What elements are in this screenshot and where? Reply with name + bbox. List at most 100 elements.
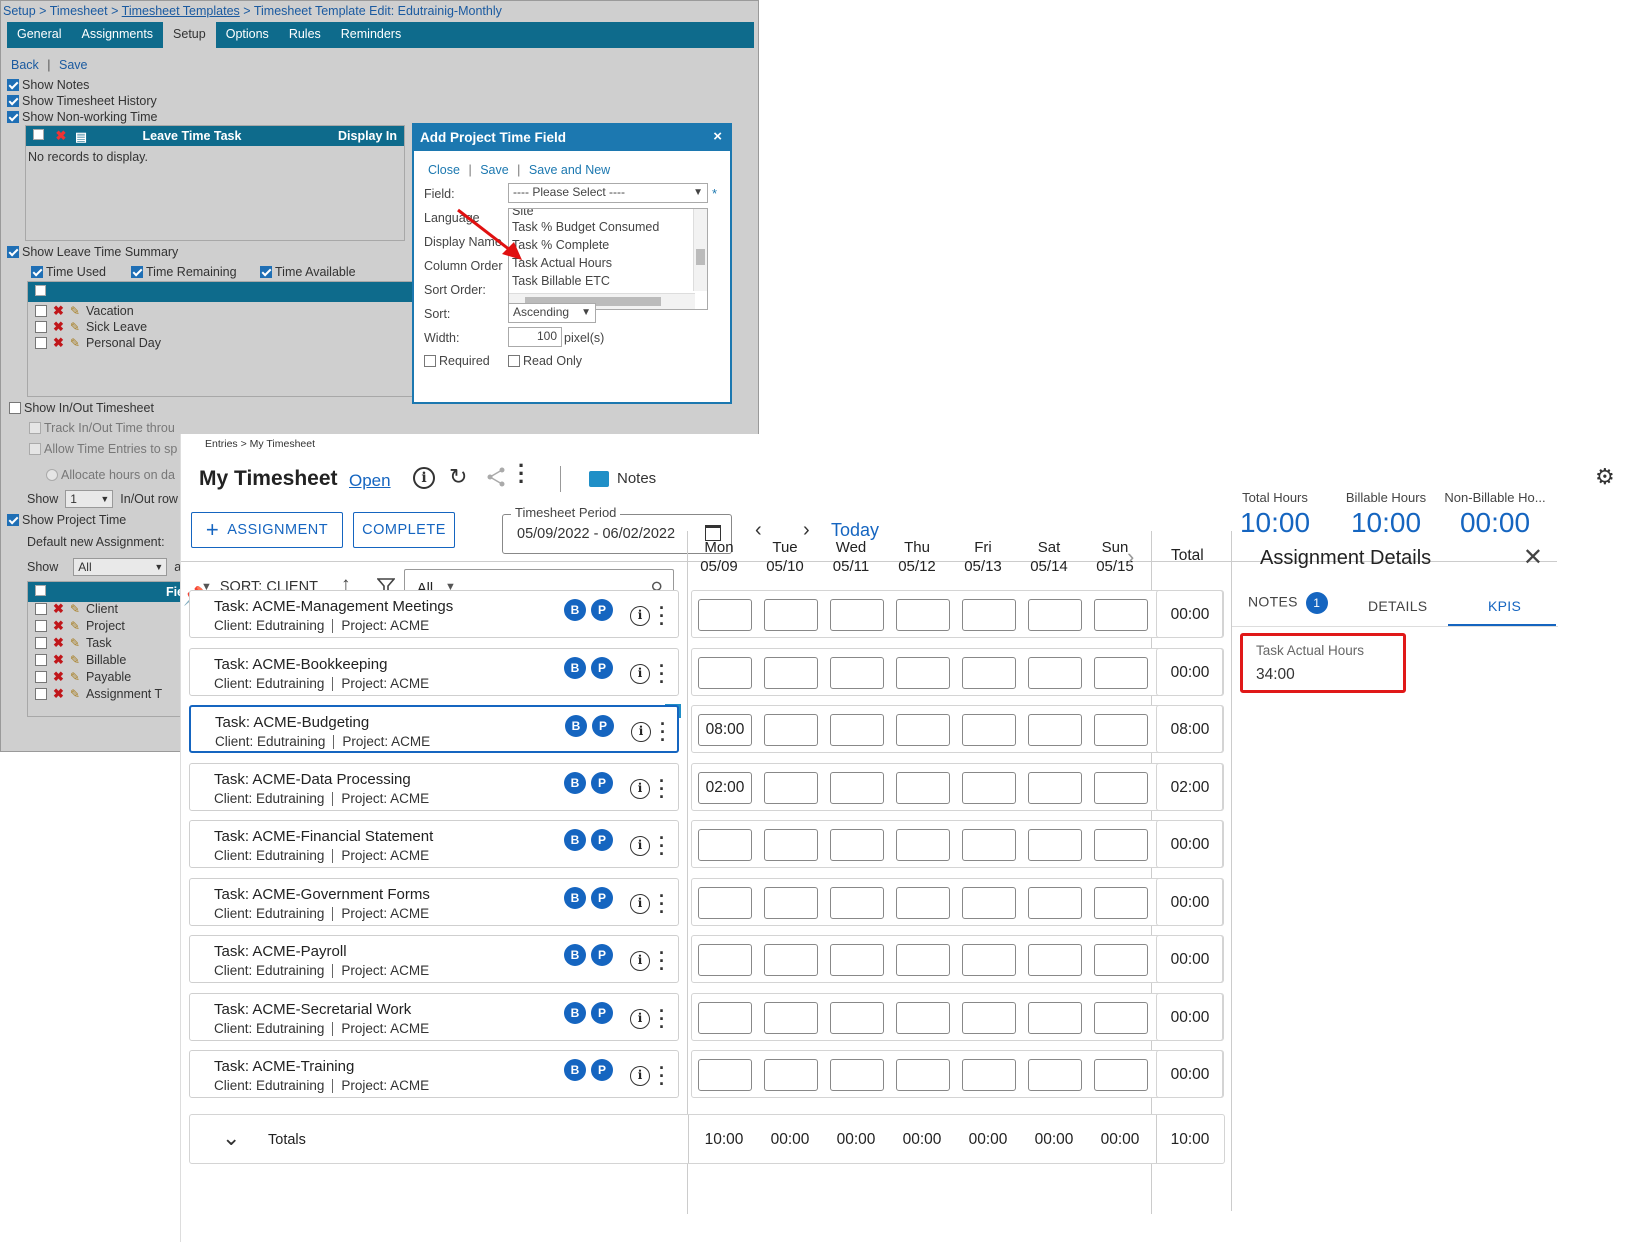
time-entry-cell[interactable] xyxy=(764,1002,818,1034)
tab-kpis[interactable]: KPIS xyxy=(1488,598,1521,614)
time-entry-cell[interactable] xyxy=(1028,772,1082,804)
info-icon[interactable]: i xyxy=(630,779,650,799)
time-entry-cell[interactable] xyxy=(1094,887,1148,919)
info-icon[interactable]: i xyxy=(630,1066,650,1086)
list-option[interactable]: Task Actual Hours xyxy=(509,255,707,273)
time-entry-cell[interactable] xyxy=(1094,1059,1148,1091)
time-entry-cell[interactable] xyxy=(764,829,818,861)
checkbox[interactable] xyxy=(424,355,436,367)
scroll-thumb[interactable] xyxy=(696,249,705,265)
time-entry-cell[interactable] xyxy=(962,944,1016,976)
assignment-row[interactable]: Task: ACME-Management Meetings Client: Ed… xyxy=(189,590,679,638)
time-entry-cell[interactable] xyxy=(830,944,884,976)
edit-icon[interactable]: ✎ xyxy=(70,320,80,334)
time-entry-cell[interactable] xyxy=(962,599,1016,631)
time-entry-cell[interactable] xyxy=(764,657,818,689)
time-entry-cell[interactable] xyxy=(830,772,884,804)
info-icon[interactable]: i xyxy=(630,664,650,684)
time-entry-cell[interactable] xyxy=(764,944,818,976)
time-available-option[interactable]: Time Available xyxy=(260,265,356,279)
tab-assignments[interactable]: Assignments xyxy=(71,22,163,48)
time-entry-cell[interactable] xyxy=(962,1002,1016,1034)
tab-general[interactable]: General xyxy=(7,22,71,48)
tab-details[interactable]: DETAILS xyxy=(1368,598,1427,614)
time-entry-cell[interactable] xyxy=(1028,714,1082,746)
time-entry-cell[interactable] xyxy=(896,887,950,919)
required-checkbox[interactable]: Required xyxy=(424,354,490,368)
assignment-row[interactable]: Task: ACME-Data Processing Client: Edutra… xyxy=(189,763,679,811)
allocate-option[interactable]: Allocate hours on da xyxy=(46,468,175,482)
checkbox[interactable] xyxy=(9,402,21,414)
time-entry-cell[interactable] xyxy=(764,772,818,804)
edit-icon[interactable]: ✎ xyxy=(70,336,80,350)
time-entry-cell[interactable] xyxy=(962,657,1016,689)
time-entry-cell[interactable] xyxy=(896,714,950,746)
select-all-checkbox[interactable] xyxy=(28,585,52,599)
time-entry-cell[interactable] xyxy=(896,1002,950,1034)
checkbox[interactable] xyxy=(131,266,143,278)
share-icon[interactable] xyxy=(485,466,507,493)
select-all-checkbox[interactable] xyxy=(28,285,52,299)
time-entry-cell[interactable] xyxy=(1094,944,1148,976)
info-icon[interactable]: i xyxy=(630,606,650,626)
checkbox[interactable] xyxy=(35,603,47,615)
delete-icon[interactable]: ✖ xyxy=(53,686,64,702)
show-history-option[interactable]: Show Timesheet History xyxy=(7,94,157,108)
assignment-row[interactable]: Task: ACME-Training Client: Edutraining Pr… xyxy=(189,1050,679,1098)
assignment-row[interactable]: Task: ACME-Payroll Client: Edutraining Pro… xyxy=(189,935,679,983)
checkbox[interactable] xyxy=(35,620,47,632)
checkbox[interactable] xyxy=(7,95,19,107)
time-entry-cell[interactable] xyxy=(1094,772,1148,804)
delete-icon[interactable]: ✖ xyxy=(53,652,64,668)
time-entry-cell[interactable] xyxy=(830,657,884,689)
read-only-checkbox[interactable]: Read Only xyxy=(508,354,582,368)
time-used-option[interactable]: Time Used xyxy=(31,265,106,279)
more-options-icon[interactable]: · · · xyxy=(658,1059,666,1093)
time-entry-cell[interactable] xyxy=(962,887,1016,919)
track-inout-option[interactable]: Track In/Out Time throu xyxy=(29,421,175,435)
status-link[interactable]: Open xyxy=(349,471,391,491)
more-options-icon[interactable]: · · · xyxy=(518,455,526,493)
time-entry-cell[interactable] xyxy=(830,1059,884,1091)
time-entry-cell[interactable] xyxy=(764,714,818,746)
tab-options[interactable]: Options xyxy=(216,22,279,48)
show-notes-option[interactable]: Show Notes xyxy=(7,78,89,92)
edit-icon[interactable]: ✎ xyxy=(70,619,80,633)
show-nonworking-option[interactable]: Show Non-working Time xyxy=(7,110,157,124)
info-icon[interactable]: i xyxy=(630,1009,650,1029)
list-option[interactable]: Task Billable ETC xyxy=(509,273,707,291)
crumb-timesheet[interactable]: Timesheet xyxy=(50,4,108,18)
assignment-row[interactable]: Task: ACME-Budgeting Client: Edutraining P… xyxy=(189,705,679,753)
assignment-row[interactable]: Task: ACME-Government Forms Client: Edutr… xyxy=(189,878,679,926)
time-entry-cell[interactable]: 08:00 xyxy=(698,714,752,746)
delete-icon[interactable]: ✖ xyxy=(53,669,64,685)
checkbox[interactable] xyxy=(508,355,520,367)
time-entry-cell[interactable] xyxy=(764,599,818,631)
checkbox[interactable] xyxy=(35,337,47,349)
time-entry-cell[interactable] xyxy=(896,772,950,804)
assignment-row[interactable]: Task: ACME-Secretarial Work Client: Edutr… xyxy=(189,993,679,1041)
chevron-down-icon[interactable]: ⌄ xyxy=(222,1125,240,1151)
list-option[interactable]: Task % Complete xyxy=(509,237,707,255)
checkbox[interactable] xyxy=(7,246,19,258)
delete-icon[interactable]: ✖ xyxy=(53,635,64,651)
show-inout-option[interactable]: Show In/Out Timesheet xyxy=(9,401,154,415)
edit-icon[interactable]: ✎ xyxy=(70,653,80,667)
checkbox[interactable] xyxy=(29,443,41,455)
checkbox[interactable] xyxy=(35,305,47,317)
save-and-new-link[interactable]: Save and New xyxy=(529,163,610,177)
more-options-icon[interactable]: · · · xyxy=(658,887,666,921)
tab-notes[interactable]: NOTES 1 xyxy=(1248,592,1328,614)
width-input[interactable]: 100 xyxy=(508,327,562,347)
time-entry-cell[interactable] xyxy=(1094,1002,1148,1034)
more-options-icon[interactable]: · · · xyxy=(658,829,666,863)
delete-icon[interactable]: ✖ xyxy=(53,601,64,617)
time-entry-cell[interactable] xyxy=(1028,599,1082,631)
allow-entries-option[interactable]: Allow Time Entries to sp xyxy=(29,442,177,456)
info-icon[interactable]: i xyxy=(630,836,650,856)
checkbox[interactable] xyxy=(7,514,19,526)
time-entry-cell[interactable] xyxy=(1094,714,1148,746)
time-entry-cell[interactable] xyxy=(830,1002,884,1034)
time-entry-cell[interactable] xyxy=(698,599,752,631)
save-link[interactable]: Save xyxy=(480,163,509,177)
